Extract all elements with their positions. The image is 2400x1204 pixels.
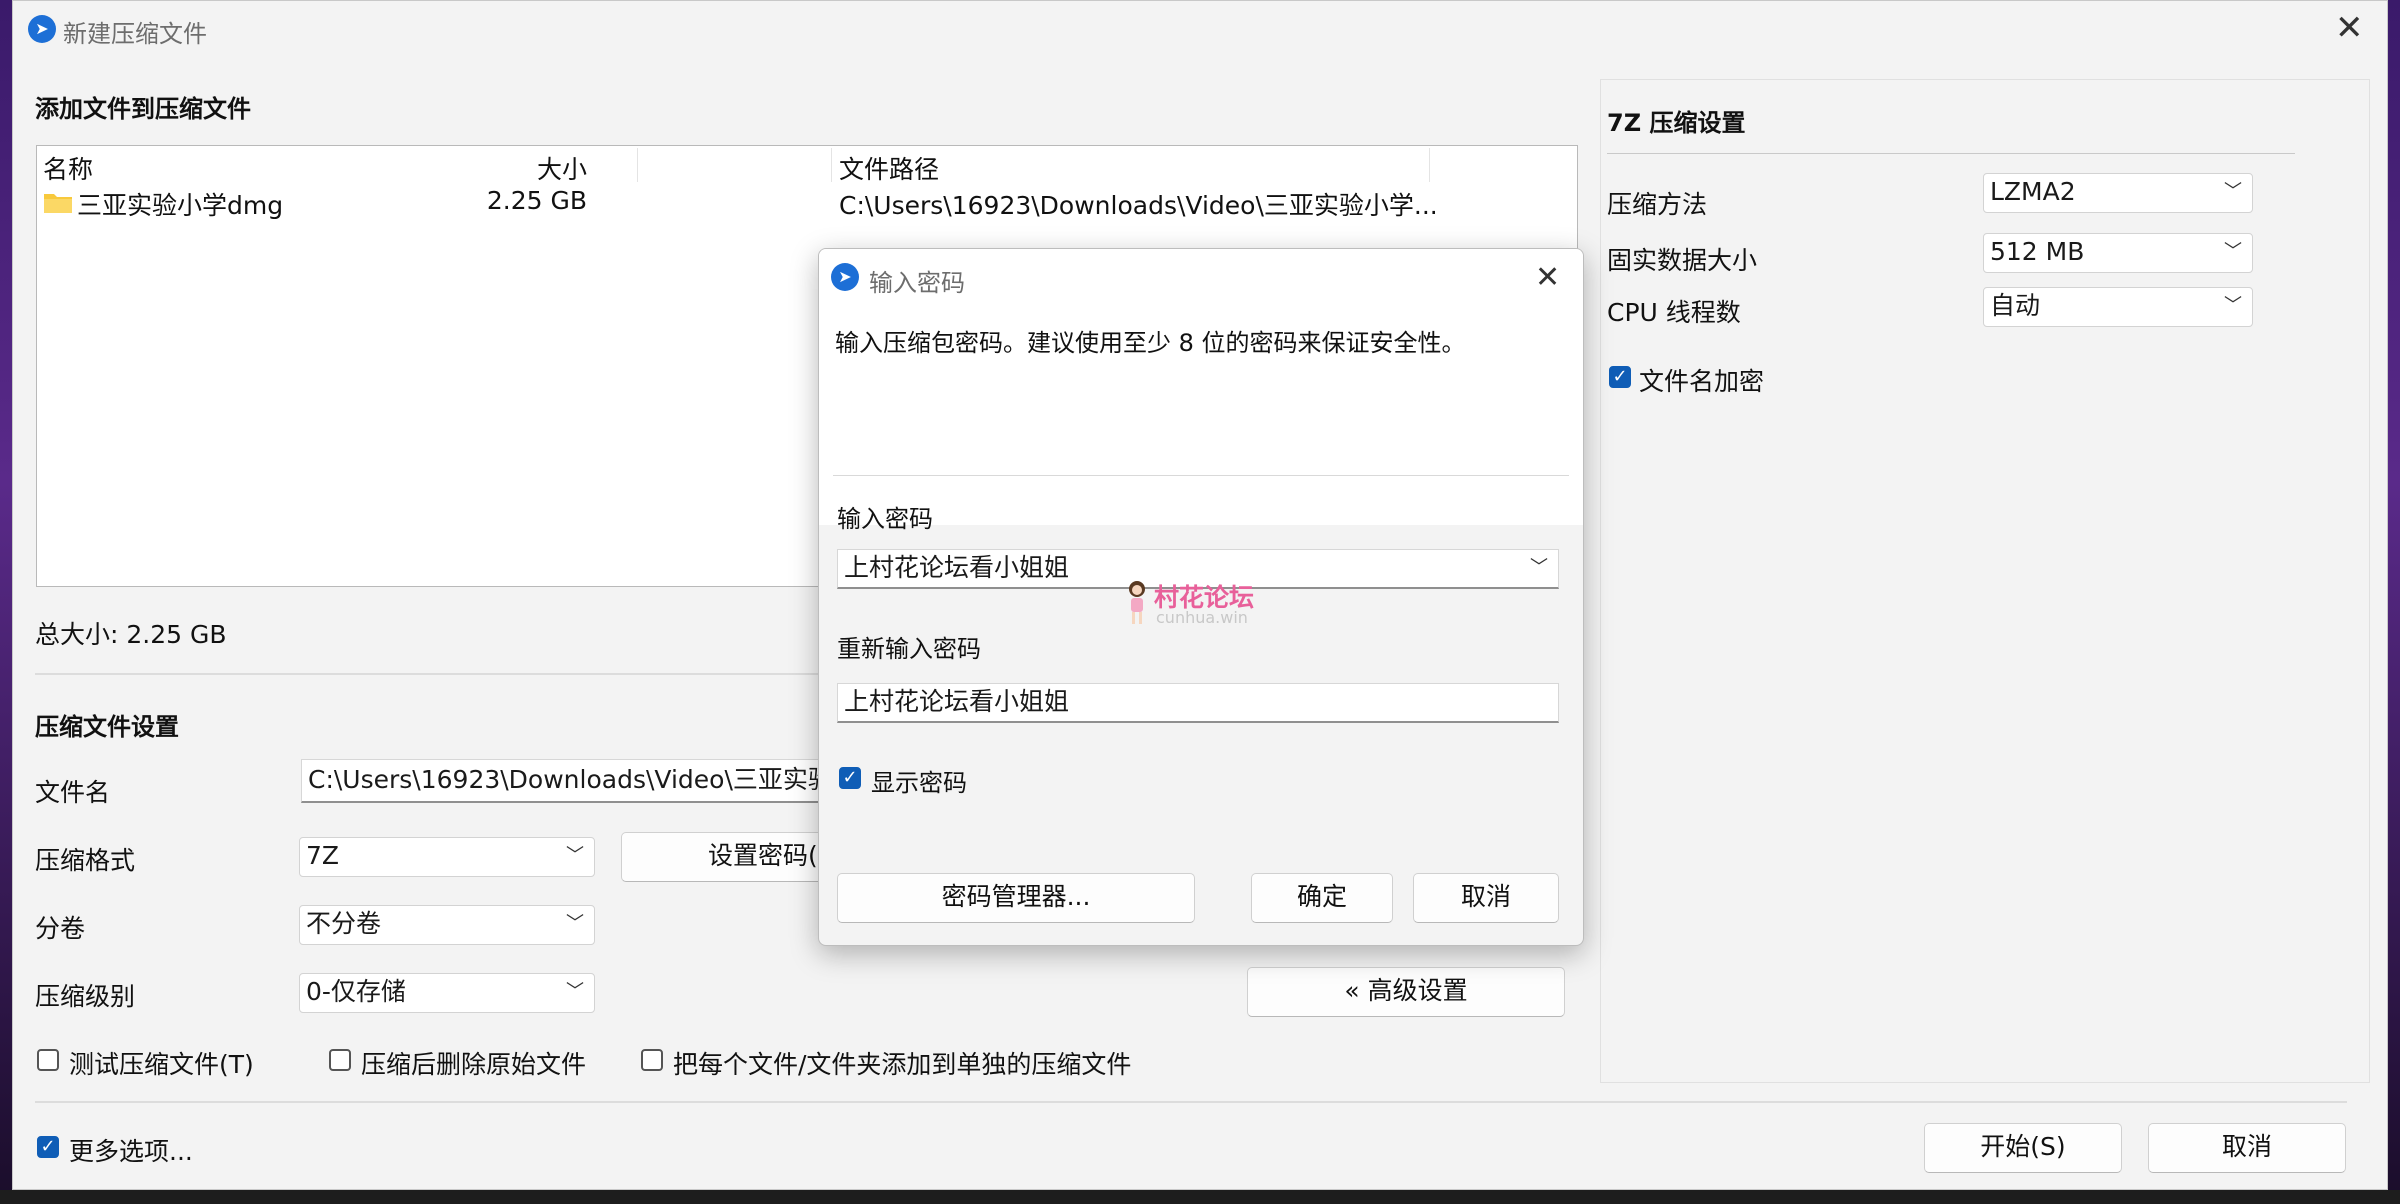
level-select[interactable]: 0-仅存储 ﹀ [299,973,595,1013]
files-section-title: 添加文件到压缩文件 [35,95,251,123]
split-select-value: 不分卷 [306,909,382,938]
column-header-name[interactable]: 名称 [43,150,93,186]
divider [1607,153,2295,154]
dialog-cancel-button[interactable]: 取消 [1413,873,1559,923]
show-password-label: 显示密码 [871,769,967,797]
dialog-description-area: 输入压缩包密码。建议使用至少 8 位的密码来保证安全性。 [819,305,1583,525]
chevron-down-icon: ﹀ [1530,557,1548,578]
filename-input[interactable]: C:\Users\16923\Downloads\Video\三亚实验小 [301,759,841,803]
cancel-button[interactable]: 取消 [2148,1123,2346,1173]
chevron-down-icon: ﹀ [2224,241,2242,262]
file-size-cell: 2.25 GB [486,186,587,215]
solid-size-label: 固实数据大小 [1607,246,1758,275]
format-select-value: 7Z [306,841,340,870]
cpu-threads-value: 自动 [1990,291,2041,320]
set-password-button[interactable]: 设置密码(P [621,832,841,882]
separate-archives-label: 把每个文件/文件夹添加到单独的压缩文件 [673,1050,1132,1079]
column-divider [637,148,638,182]
level-label: 压缩级别 [35,982,136,1011]
divider [35,1101,2347,1103]
split-label: 分卷 [35,914,86,943]
password-manager-button[interactable]: 密码管理器... [837,873,1195,923]
chevron-down-icon: ﹀ [2224,181,2242,202]
sevenz-settings-panel [1600,79,2370,1083]
cpu-threads-label: CPU 线程数 [1607,298,1741,327]
separate-archives-checkbox[interactable] [641,1049,663,1071]
app-logo-icon: ➤ [28,15,56,43]
total-size: 总大小: 2.25 GB [35,620,227,649]
filename-label: 文件名 [35,778,111,807]
encrypt-filenames-checkbox[interactable]: ✓ [1609,366,1631,388]
solid-size-select[interactable]: 512 MB ﹀ [1983,233,2253,273]
encrypt-filenames-label: 文件名加密 [1639,367,1765,396]
divider [833,475,1569,476]
app-logo-icon: ➤ [831,263,859,291]
format-label: 压缩格式 [35,846,136,875]
chevron-down-icon: ﹀ [566,845,584,866]
more-options-label: 更多选项... [69,1137,193,1166]
format-select[interactable]: 7Z ﹀ [299,837,595,877]
sevenz-section-title: 7Z 压缩设置 [1607,109,1746,137]
compression-method-select[interactable]: LZMA2 ﹀ [1983,173,2253,213]
dialog-description: 输入压缩包密码。建议使用至少 8 位的密码来保证安全性。 [835,329,1466,357]
dialog-ok-button[interactable]: 确定 [1251,873,1393,923]
column-header-path[interactable]: 文件路径 [839,150,939,186]
password-input-value: 上村花论坛看小姐姐 [844,553,1070,582]
cpu-threads-select[interactable]: 自动 ﹀ [1983,287,2253,327]
compression-method-label: 压缩方法 [1607,190,1708,219]
test-archive-checkbox[interactable] [37,1049,59,1071]
compression-method-value: LZMA2 [1990,177,2076,206]
test-archive-label: 测试压缩文件(T) [69,1050,254,1079]
file-path-cell: C:\Users\16923\Downloads\Video\三亚实验小学... [839,191,1438,220]
chevron-down-icon: ﹀ [2224,295,2242,316]
window-title: 新建压缩文件 [63,20,207,48]
folder-icon [44,194,72,213]
chevron-down-icon: ﹀ [566,913,584,934]
delete-after-label: 压缩后删除原始文件 [361,1050,587,1079]
dialog-title: 输入密码 [869,269,965,297]
file-name-cell: 三亚实验小学dmg [77,191,284,220]
solid-size-value: 512 MB [1990,237,2085,266]
advanced-settings-button[interactable]: « 高级设置 [1247,967,1565,1017]
reenter-password-label: 重新输入密码 [837,635,981,663]
delete-after-checkbox[interactable] [329,1049,351,1071]
girl-mascot-icon [1129,581,1145,624]
level-select-value: 0-仅存储 [306,977,406,1006]
close-icon[interactable]: ✕ [2335,11,2364,45]
reenter-password-input[interactable]: 上村花论坛看小姐姐 [837,683,1559,723]
chevron-down-icon: ﹀ [566,981,584,1002]
column-header-size[interactable]: 大小 [537,150,587,186]
taskbar-strip [0,1190,2400,1204]
watermark-subtext: cunhua.win [1156,608,1248,627]
title-bar: ➤ 新建压缩文件 ✕ [13,1,2387,57]
more-options-checkbox[interactable]: ✓ [37,1136,59,1158]
column-divider [831,148,832,182]
password-label: 输入密码 [837,505,933,533]
close-icon[interactable]: ✕ [1535,261,1560,295]
start-button[interactable]: 开始(S) [1924,1123,2122,1173]
settings-section-title: 压缩文件设置 [35,713,179,741]
watermark: 村花论坛 cunhua.win [1126,578,1276,628]
column-divider [1429,148,1430,182]
show-password-checkbox[interactable]: ✓ [839,767,861,789]
split-select[interactable]: 不分卷 ﹀ [299,905,595,945]
dialog-title-bar: ➤ 输入密码 ✕ [819,249,1583,305]
